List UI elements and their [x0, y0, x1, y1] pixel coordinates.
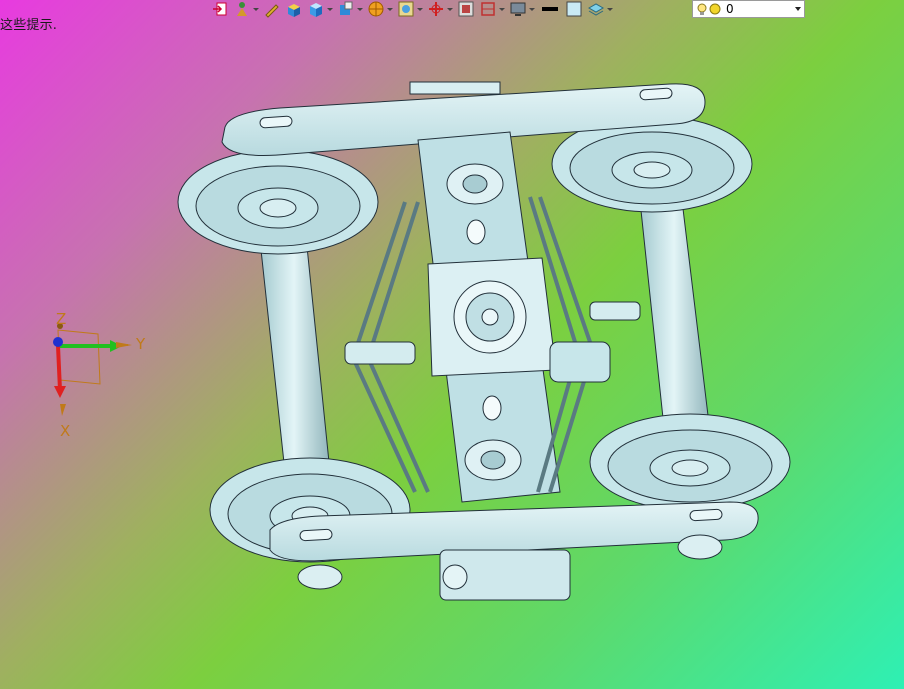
zoom-fit-icon — [398, 1, 414, 17]
zoom-window-button[interactable] — [456, 0, 476, 18]
x-axis-label: X — [60, 422, 70, 440]
exit-sketch-button[interactable] — [210, 0, 230, 18]
layer-icon — [587, 3, 605, 16]
z-axis-point — [53, 337, 63, 347]
right-axle — [637, 181, 711, 438]
shaded-box-icon — [288, 4, 300, 17]
shaded-box-button[interactable] — [284, 0, 304, 18]
pencil-icon — [265, 4, 279, 18]
display-button[interactable] — [508, 0, 536, 18]
x-axis-arrow — [56, 345, 62, 391]
zoom-window-icon — [458, 1, 474, 17]
line-color-icon — [542, 7, 558, 11]
wheel-top-left — [177, 149, 379, 255]
section-view-button[interactable] — [366, 0, 394, 18]
render-style-button[interactable] — [306, 0, 334, 18]
pencil-button[interactable] — [262, 0, 282, 18]
left-axle — [257, 221, 331, 473]
section-view-icon — [368, 1, 384, 17]
brake-cylinder — [549, 341, 611, 383]
view-orient-button[interactable] — [336, 0, 364, 18]
chevron-down-icon[interactable] — [795, 7, 801, 11]
snap-icon — [237, 2, 247, 16]
layer-value: 0 — [726, 2, 734, 16]
fill-color-button[interactable] — [564, 0, 584, 18]
fill-color-icon — [566, 1, 582, 17]
bogie-model[interactable] — [170, 72, 810, 622]
view-orient-icon — [340, 1, 353, 15]
clip-icon — [481, 2, 495, 16]
display-icon — [510, 2, 526, 16]
render-style-icon — [310, 3, 322, 17]
line-color-button[interactable] — [538, 0, 562, 18]
exit-sketch-icon — [213, 2, 227, 16]
layer-visible-icon — [697, 3, 721, 15]
wcs-icon — [429, 2, 443, 16]
clip-button[interactable] — [478, 0, 506, 18]
y-axis-label: Y — [135, 335, 146, 353]
wheel-bottom-right — [589, 413, 791, 511]
coordinate-triad: Z Y X — [53, 312, 146, 440]
layer-button[interactable] — [586, 0, 614, 18]
z-axis-label: Z — [56, 312, 66, 328]
wcs-button[interactable] — [426, 0, 454, 18]
snap-button[interactable] — [232, 0, 260, 18]
zoom-fit-button[interactable] — [396, 0, 424, 18]
view-toolbar — [210, 0, 614, 18]
prompt-hint: 这些提示. — [0, 18, 58, 33]
layer-select[interactable]: 0 — [692, 0, 805, 18]
